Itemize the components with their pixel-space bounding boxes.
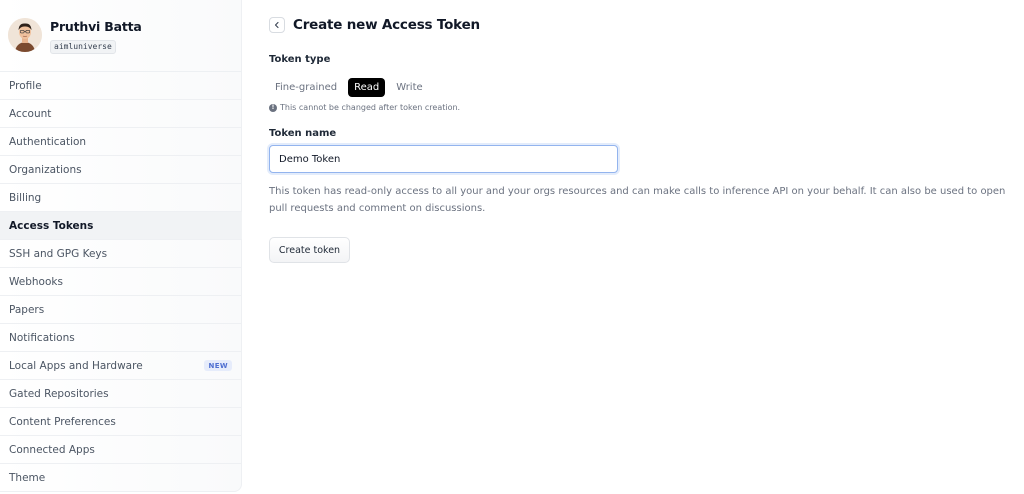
profile-header: Pruthvi Batta aimluniverse bbox=[0, 0, 242, 72]
sidebar-item-label: Gated Repositories bbox=[9, 387, 109, 400]
tab-read[interactable]: Read bbox=[348, 77, 386, 97]
avatar[interactable] bbox=[8, 18, 42, 52]
token-type-tabs: Fine-grained Read Write bbox=[269, 77, 434, 97]
sidebar-item-label: Content Preferences bbox=[9, 415, 116, 428]
token-description: This token has read-only access to all y… bbox=[269, 186, 1006, 214]
sidebar-item-ssh-gpg-keys[interactable]: SSH and GPG Keys bbox=[0, 240, 242, 268]
sidebar-item-content-preferences[interactable]: Content Preferences bbox=[0, 408, 242, 436]
sidebar-item-label: Account bbox=[9, 107, 52, 120]
sidebar-item-authentication[interactable]: Authentication bbox=[0, 128, 242, 156]
sidebar-item-account[interactable]: Account bbox=[0, 100, 242, 128]
token-type-label: Token type bbox=[269, 54, 331, 65]
chevron-left-icon bbox=[274, 21, 279, 29]
token-name-input[interactable] bbox=[269, 145, 618, 173]
sidebar-item-access-tokens[interactable]: Access Tokens bbox=[0, 212, 242, 240]
sidebar-item-profile[interactable]: Profile bbox=[0, 72, 242, 100]
sidebar-item-connected-apps[interactable]: Connected Apps bbox=[0, 436, 242, 464]
sidebar-item-label: Access Tokens bbox=[9, 219, 94, 232]
sidebar-item-label: Connected Apps bbox=[9, 443, 95, 456]
profile-name: Pruthvi Batta bbox=[50, 19, 142, 34]
sidebar-item-webhooks[interactable]: Webhooks bbox=[0, 268, 242, 296]
settings-sidebar: Pruthvi Batta aimluniverse Profile Accou… bbox=[0, 0, 242, 492]
sidebar-item-label: Profile bbox=[9, 79, 42, 92]
profile-username: aimluniverse bbox=[50, 40, 116, 54]
sidebar-item-organizations[interactable]: Organizations bbox=[0, 156, 242, 184]
sidebar-nav: Profile Account Authentication Organizat… bbox=[0, 72, 242, 492]
info-note-text: This cannot be changed after token creat… bbox=[280, 103, 461, 112]
page-title: Create new Access Token bbox=[293, 17, 480, 33]
sidebar-item-label: Organizations bbox=[9, 163, 82, 176]
back-button[interactable] bbox=[269, 17, 285, 33]
info-icon: ! bbox=[269, 103, 277, 112]
sidebar-item-gated-repositories[interactable]: Gated Repositories bbox=[0, 380, 242, 408]
create-token-button[interactable]: Create token bbox=[269, 237, 350, 263]
sidebar-item-billing[interactable]: Billing bbox=[0, 184, 242, 212]
sidebar-item-label: Theme bbox=[9, 472, 46, 484]
sidebar-item-label: Webhooks bbox=[9, 275, 63, 288]
avatar-image bbox=[8, 18, 42, 52]
token-name-label: Token name bbox=[269, 128, 337, 139]
sidebar-item-label: Billing bbox=[9, 191, 42, 204]
info-note: ! This cannot be changed after token cre… bbox=[269, 103, 460, 112]
sidebar-item-papers[interactable]: Papers bbox=[0, 296, 242, 324]
sidebar-item-notifications[interactable]: Notifications bbox=[0, 324, 242, 352]
sidebar-item-label: Papers bbox=[9, 303, 45, 316]
tab-fine-grained[interactable]: Fine-grained bbox=[269, 78, 343, 97]
sidebar-item-theme[interactable]: Theme bbox=[0, 464, 242, 492]
sidebar-item-label: SSH and GPG Keys bbox=[9, 247, 108, 260]
new-badge: NEW bbox=[204, 360, 232, 371]
sidebar-item-label: Notifications bbox=[9, 331, 75, 344]
sidebar-item-label: Local Apps and Hardware bbox=[9, 359, 143, 372]
tab-write[interactable]: Write bbox=[390, 78, 428, 97]
sidebar-item-label: Authentication bbox=[9, 135, 87, 148]
sidebar-item-local-apps-hardware[interactable]: Local Apps and Hardware NEW bbox=[0, 352, 242, 380]
